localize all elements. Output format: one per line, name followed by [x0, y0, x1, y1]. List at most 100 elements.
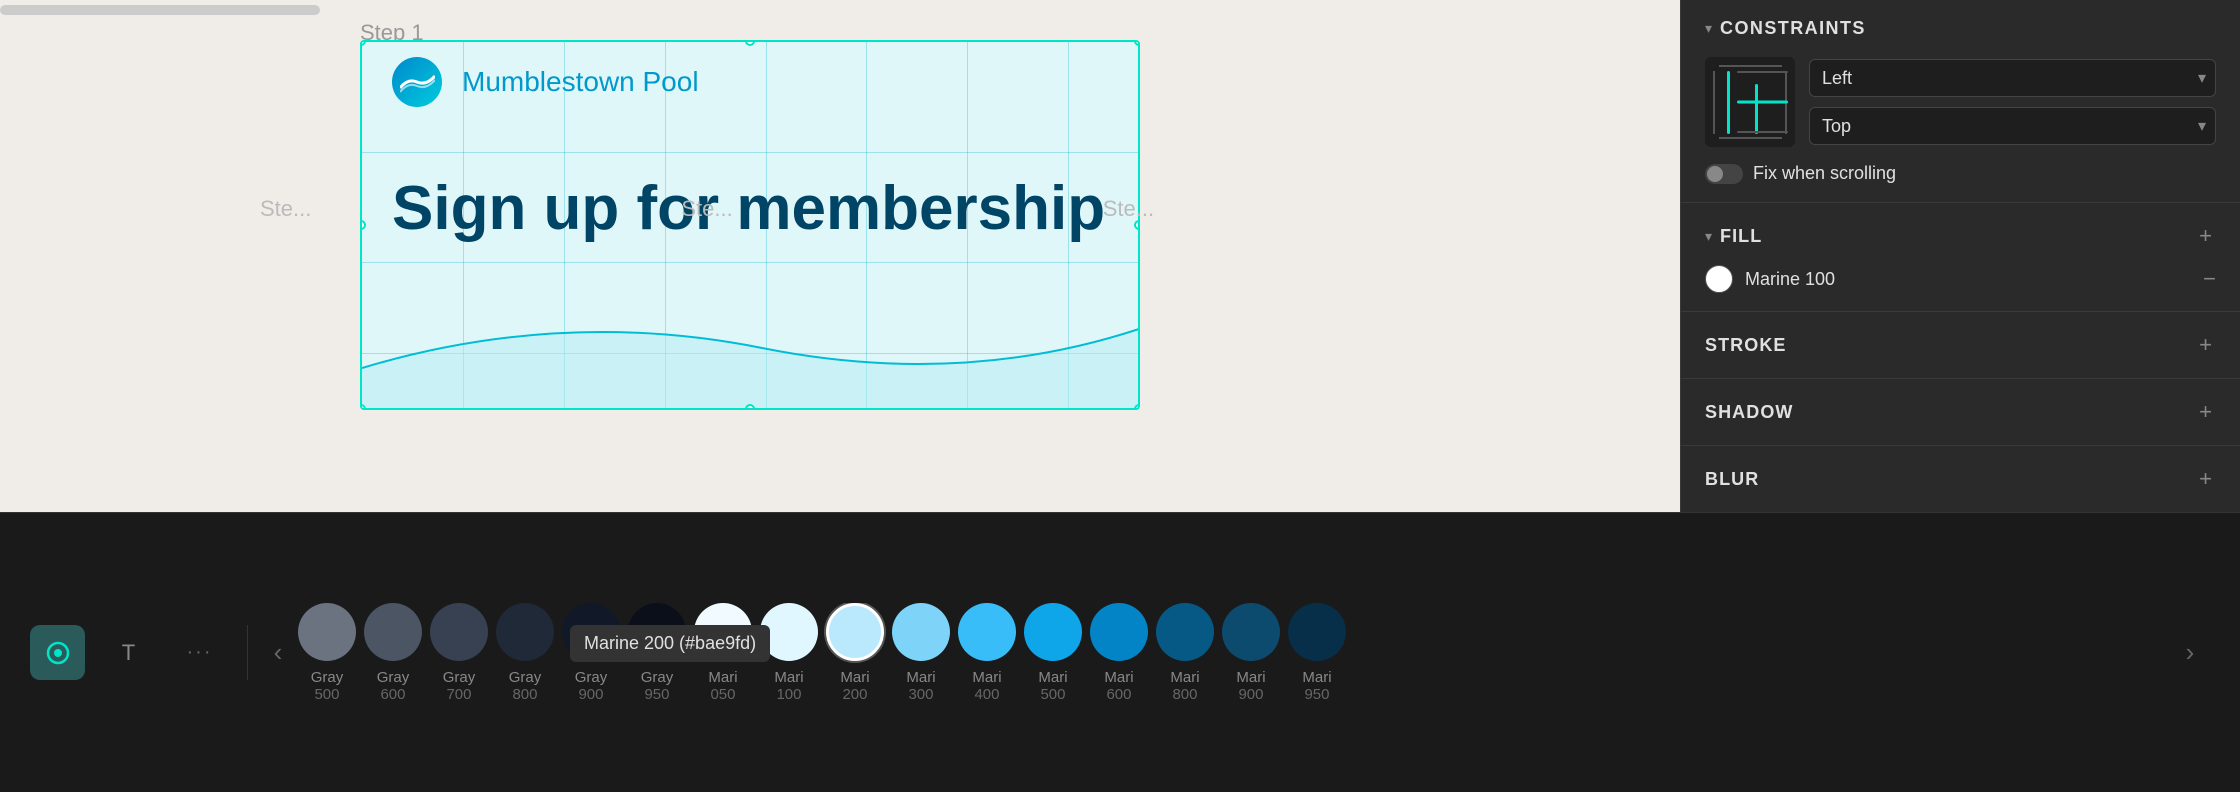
constraints-header: ▾ CONSTRAINTS: [1705, 18, 2216, 39]
color-swatch-600[interactable]: Mari600: [1090, 603, 1148, 703]
cross-border-b: [1719, 137, 1782, 139]
nav-right-button[interactable]: ›: [2170, 633, 2210, 673]
color-swatch-950[interactable]: Mari950: [1288, 603, 1346, 703]
vertical-constraint-select[interactable]: Top Bottom Top and Bottom Center Scale: [1809, 107, 2216, 145]
bottom-tools: T ···: [30, 625, 248, 680]
fill-remove-button[interactable]: −: [2203, 266, 2216, 292]
color-swatch-050[interactable]: Mari050: [694, 603, 752, 703]
cross-border-l: [1713, 71, 1715, 134]
fill-swatch[interactable]: [1705, 265, 1733, 293]
swatch-label-600: Mari600: [1104, 669, 1133, 703]
swatch-circle-500: [298, 603, 356, 661]
swatch-label-950: Gray950: [641, 669, 674, 703]
scroll-bar[interactable]: [0, 0, 1680, 20]
nav-right-icon: ›: [2186, 637, 2195, 668]
color-swatch-800[interactable]: Gray800: [496, 603, 554, 703]
color-swatch-900[interactable]: Mari900: [1222, 603, 1280, 703]
circle-tool-button[interactable]: [30, 625, 85, 680]
swatch-circle-400: [958, 603, 1016, 661]
frame-wave: [362, 288, 1138, 408]
swatch-circle-050: [694, 603, 752, 661]
color-swatch-900[interactable]: Gray900: [562, 603, 620, 703]
swatch-circle-300: [892, 603, 950, 661]
faded-step-2: Ste...: [681, 196, 732, 222]
color-swatch-500[interactable]: Mari500: [1024, 603, 1082, 703]
swatch-circle-600: [1090, 603, 1148, 661]
wave-svg: [362, 288, 1140, 408]
fix-scroll-toggle[interactable]: [1705, 164, 1743, 184]
blur-section-header: BLUR +: [1705, 464, 2216, 494]
right-panel: ▾ CONSTRAINTS: [1680, 0, 2240, 512]
cross-border-t: [1719, 65, 1782, 67]
fix-scroll-row: Fix when scrolling: [1705, 163, 2216, 184]
swatch-circle-800: [1156, 603, 1214, 661]
top-indicator: [1737, 71, 1788, 73]
swatch-circle-500: [1024, 603, 1082, 661]
faded-step-1: Ste...: [260, 196, 311, 222]
color-swatch-700[interactable]: Gray700: [430, 603, 488, 703]
horizontal-constraint-select[interactable]: Left Right Left and Right Center Scale: [1809, 59, 2216, 97]
circle-tool-icon: [45, 640, 71, 666]
fix-scroll-label: Fix when scrolling: [1753, 163, 1896, 184]
swatch-label-800: Gray800: [509, 669, 542, 703]
constraint-visual: [1705, 57, 1795, 147]
vertical-constraint-wrapper[interactable]: Top Bottom Top and Bottom Center Scale ▾: [1809, 107, 2216, 145]
swatch-circle-900: [562, 603, 620, 661]
shadow-section: SHADOW +: [1681, 379, 2240, 446]
color-swatch-200[interactable]: Mari200: [826, 603, 884, 703]
blur-section: BLUR +: [1681, 446, 2240, 512]
fill-row: Marine 100 −: [1705, 265, 2216, 293]
color-swatch-400[interactable]: Mari400: [958, 603, 1016, 703]
swatch-label-600: Gray600: [377, 669, 410, 703]
color-swatch-950[interactable]: Gray950: [628, 603, 686, 703]
color-swatch-800[interactable]: Mari800: [1156, 603, 1214, 703]
logo-circle: [392, 57, 442, 107]
corner-handle-bm[interactable]: [745, 404, 755, 410]
swatch-label-700: Gray700: [443, 669, 476, 703]
bottom-bar: T ··· ‹ Gray500Gray600Gray700Gray800Gray…: [0, 512, 2240, 792]
color-swatches-container: Gray500 Gray600 Gray700 Gray800 Gray900 Gray9…: [298, 603, 2170, 703]
swatch-circle-100: [760, 603, 818, 661]
more-tool-button[interactable]: ···: [172, 625, 227, 680]
swatch-circle-950: [1288, 603, 1346, 661]
swatch-label-900: Mari900: [1236, 669, 1265, 703]
scroll-thumb[interactable]: [0, 5, 320, 15]
fill-add-button[interactable]: +: [2195, 221, 2216, 251]
swatch-label-400: Mari400: [972, 669, 1001, 703]
swatch-label-800: Mari800: [1170, 669, 1199, 703]
bottom-indicator: [1737, 131, 1788, 133]
stroke-section-header: STROKE +: [1705, 330, 2216, 360]
color-swatch-300[interactable]: Mari300: [892, 603, 950, 703]
stroke-add-button[interactable]: +: [2195, 330, 2216, 360]
color-swatch-100[interactable]: Mari100: [760, 603, 818, 703]
swatch-label-050: Mari050: [708, 669, 737, 703]
nav-left-button[interactable]: ‹: [258, 633, 298, 673]
color-swatch-600[interactable]: Gray600: [364, 603, 422, 703]
swatch-circle-200: [826, 603, 884, 661]
constraints-section: ▾ CONSTRAINTS: [1681, 0, 2240, 203]
constraint-controls: Left Right Left and Right Center Scale ▾…: [1705, 57, 2216, 147]
constraints-title: CONSTRAINTS: [1720, 18, 1866, 39]
text-tool-button[interactable]: T: [101, 625, 156, 680]
corner-handle-br[interactable]: [1134, 404, 1140, 410]
fill-chevron[interactable]: ▾: [1705, 228, 1712, 245]
constraints-chevron[interactable]: ▾: [1705, 20, 1712, 37]
swatch-circle-600: [364, 603, 422, 661]
frame-header: Mumblestown Pool: [362, 42, 1138, 122]
swatch-label-500: Gray500: [311, 669, 344, 703]
horizontal-constraint-wrapper[interactable]: Left Right Left and Right Center Scale ▾: [1809, 59, 2216, 97]
swatch-label-950: Mari950: [1302, 669, 1331, 703]
stroke-section: STROKE +: [1681, 312, 2240, 379]
swatch-circle-700: [430, 603, 488, 661]
swatch-label-100: Mari100: [774, 669, 803, 703]
blur-add-button[interactable]: +: [2195, 464, 2216, 494]
stroke-title: STROKE: [1705, 335, 1787, 356]
more-tool-icon: ···: [187, 641, 213, 664]
toggle-knob: [1707, 166, 1723, 182]
faded-step-3: Ste...: [1103, 196, 1154, 222]
color-swatch-500[interactable]: Gray500: [298, 603, 356, 703]
blur-title: BLUR: [1705, 469, 1759, 490]
shadow-add-button[interactable]: +: [2195, 397, 2216, 427]
fill-name: Marine 100: [1745, 269, 2191, 290]
fill-title: FILL: [1720, 226, 1762, 247]
